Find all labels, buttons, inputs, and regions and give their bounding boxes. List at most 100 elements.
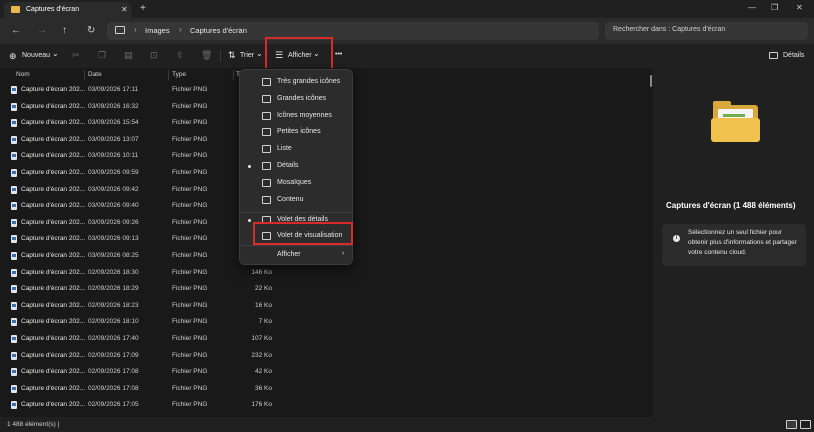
file-type: Fichier PNG [172,218,208,226]
png-file-icon [11,102,17,111]
column-header-name[interactable]: Nom [16,71,30,78]
file-name: Capture d'écran 202... [21,368,86,376]
menu-item-view-5[interactable]: Détails [240,158,352,175]
submenu-chevron-icon: › [342,250,345,257]
back-button[interactable]: ← [11,25,21,36]
column-divider[interactable] [168,70,169,80]
divider [220,50,221,62]
table-row[interactable]: Capture d'écran 202... 02/09/2026 18:10 Fi… [0,314,651,331]
rename-icon[interactable]: ⊡ [150,50,158,61]
file-date: 02/09/2026 17:09 [88,351,139,359]
view-button[interactable]: Afficher [288,52,312,59]
file-date: 02/09/2026 18:30 [88,268,139,276]
table-row[interactable]: Capture d'écran 202... 02/09/2026 18:30 Fi… [0,265,651,282]
new-button[interactable]: Nouveau [22,52,50,59]
details-view-toggle[interactable] [786,420,797,429]
search-input[interactable]: Rechercher dans : Captures d'écran [605,22,808,40]
png-file-icon [11,252,17,260]
menu-item-view-1[interactable]: Grandes icônes [240,91,352,108]
file-size: 42 Ko [255,368,272,376]
file-date: 03/09/2026 09:26 [88,218,139,226]
sort-icon: ⇅ [228,50,236,60]
menu-item-view-7[interactable]: Contenu [240,192,352,209]
menu-item-label: Icônes moyennes [277,111,332,119]
file-date: 02/09/2026 18:23 [88,301,139,309]
menu-item-label: Contenu [277,195,304,203]
table-row[interactable]: Capture d'écran 202... 02/09/2026 17:40 Fi… [0,331,651,348]
forward-button[interactable]: → [37,25,47,36]
new-tab-button[interactable]: + [140,3,146,14]
close-tab-icon[interactable]: ✕ [121,5,128,14]
menu-item-view-2[interactable]: Icônes moyennes [240,108,352,125]
menu-item-view-6[interactable]: Mosaïques [240,175,352,192]
file-name: Capture d'écran 202... [21,335,86,342]
details-button[interactable]: Détails [783,52,804,59]
menu-item-label: Grandes icônes [277,94,327,102]
column-header-date[interactable]: Date [88,71,102,78]
command-bar [0,44,814,68]
file-date: 03/09/2026 10:11 [88,152,139,160]
menu-item-label: Très grandes icônes [277,78,341,85]
maximize-button[interactable]: ❐ [771,3,778,12]
column-divider[interactable] [233,70,234,80]
cut-icon[interactable]: ✂ [72,50,80,61]
png-file-icon [11,235,17,244]
computer-icon [115,26,125,34]
up-button[interactable]: ↑ [62,25,67,36]
png-file-icon [11,268,17,277]
menu-item-view-4[interactable]: Liste [240,141,352,158]
info-card: i Sélectionnez un seul fichier pour obte… [662,224,806,266]
extra-large-icons-icon [262,78,271,86]
file-name: Capture d'écran 202... [21,152,86,160]
file-type: Fichier PNG [172,119,208,127]
column-header-type[interactable]: Type [172,71,186,78]
menu-item-view-0[interactable]: Très grandes icônes [240,74,352,91]
png-file-icon [11,285,17,294]
share-icon[interactable]: ⇪ [176,50,184,61]
table-row[interactable]: Capture d'écran 202... 02/09/2026 17:05 Fi… [0,397,651,414]
table-row[interactable]: Capture d'écran 202... 02/09/2026 17:09 Fi… [0,348,651,365]
table-row[interactable]: Capture d'écran 202... 02/09/2026 18:29 Fi… [0,281,651,298]
file-date: 02/09/2026 18:10 [88,318,139,326]
file-date: 03/09/2026 15:54 [88,119,139,127]
address-bar[interactable]: › Images › Captures d'écran › [107,22,599,40]
menu-item-show[interactable]: Afficher › [240,247,352,264]
view-chevron-icon: ⌄ [313,49,320,58]
menu-item-label: Détails [277,162,299,169]
file-type: Fichier PNG [172,384,208,392]
details-title: Captures d'écran (1 488 éléments) [666,201,796,210]
png-file-icon [11,384,17,393]
file-name: Capture d'écran 202... [21,119,86,127]
png-file-icon [11,119,17,128]
delete-icon[interactable]: 🗑 [201,50,212,61]
view-icon: ☰ [275,50,284,60]
file-date: 02/09/2026 18:29 [88,285,139,293]
more-options-button[interactable]: ••• [335,51,342,58]
png-file-icon [11,169,17,177]
close-window-button[interactable]: ✕ [796,3,803,12]
highlight-preview-pane [253,222,353,245]
file-type: Fichier PNG [172,152,208,160]
small-icons-icon [262,128,271,137]
refresh-button[interactable]: ↻ [87,25,95,36]
file-type: Fichier PNG [172,285,208,293]
table-row[interactable]: Capture d'écran 202... 02/09/2026 18:23 Fi… [0,298,651,315]
tab-captures[interactable]: Captures d'écran ✕ [4,2,131,18]
minimize-button[interactable]: — [748,3,756,12]
table-row[interactable]: Capture d'écran 202... 02/09/2026 17:08 Fi… [0,364,651,381]
selected-indicator [248,165,251,168]
breadcrumb-images[interactable]: Images [145,26,170,35]
file-name: Capture d'écran 202... [21,351,86,359]
tab-title: Captures d'écran [26,6,80,13]
menu-item-view-3[interactable]: Petites icônes [240,124,352,141]
paste-icon[interactable]: ▤ [124,50,133,61]
table-row[interactable]: Capture d'écran 202... 02/09/2026 17:08 Fi… [0,381,651,398]
copy-icon[interactable]: ❐ [98,50,106,61]
column-divider[interactable] [84,70,85,80]
png-file-icon [11,86,17,94]
file-type: Fichier PNG [172,235,208,243]
tiles-view-toggle[interactable] [800,420,811,429]
file-name: Capture d'écran 202... [21,301,86,309]
file-size: 232 Ko [251,351,272,359]
sort-button[interactable]: Trier [240,52,254,59]
